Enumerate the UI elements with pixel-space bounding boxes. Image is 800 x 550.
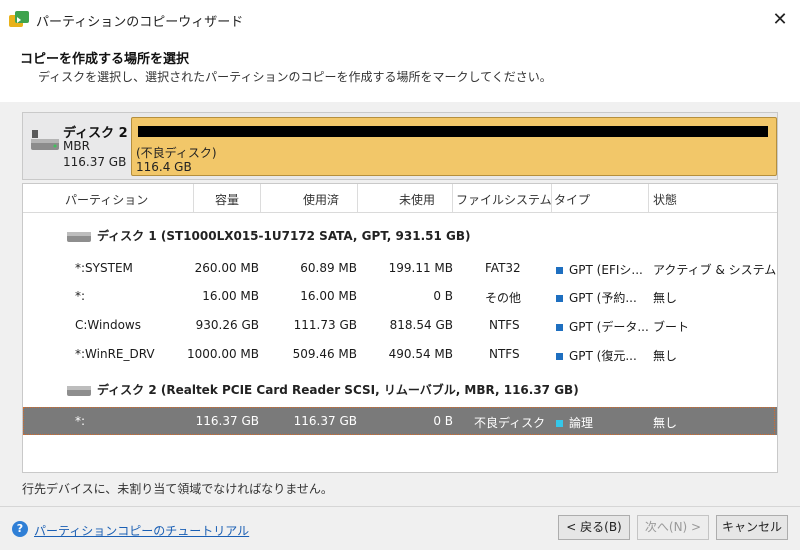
close-button[interactable]: ✕ (768, 8, 792, 32)
back-button[interactable]: < 戻る(B) (558, 515, 630, 540)
cell-status: 無し (653, 416, 678, 430)
cell-type: 論理 (556, 414, 593, 431)
cell-type: GPT (予約... (556, 289, 637, 306)
disk-group-header: ディスク 1 (ST1000LX015-1U7172 SATA, GPT, 93… (23, 220, 777, 250)
cell-unused: 0 B (433, 414, 453, 428)
partition-bar-usage (138, 126, 768, 137)
col-used[interactable]: 使用済 (303, 191, 339, 208)
cell-filesystem: その他 (485, 291, 522, 305)
help-icon[interactable]: ? (12, 521, 28, 537)
cell-used: 16.00 MB (300, 289, 357, 303)
col-filesystem[interactable]: ファイルシステム (456, 191, 552, 208)
cell-filesystem: NTFS (489, 318, 520, 332)
partition-table: パーティション 容量 使用済 未使用 ファイルシステム タイプ 状態 ディスク … (22, 183, 778, 473)
cell-filesystem: NTFS (489, 347, 520, 361)
partition-type-icon (556, 267, 563, 274)
partition-bar-size: 116.4 GB (136, 160, 192, 174)
table-row-selected[interactable]: *: 116.37 GB 116.37 GB 0 B 不良ディスク 論理 無し (23, 407, 777, 435)
page-title: コピーを作成する場所を選択 (20, 52, 190, 67)
cell-used: 116.37 GB (293, 414, 357, 428)
cell-unused: 199.11 MB (388, 261, 453, 275)
target-disk-size: 116.37 GB (63, 155, 127, 169)
cell-status: 無し (653, 349, 678, 363)
disk-group-header: ディスク 2 (Realtek PCIE Card Reader SCSI, リ… (23, 374, 777, 404)
cell-unused: 818.54 GB (389, 318, 453, 332)
table-row[interactable]: *:WinRE_DRV 1000.00 MB 509.46 MB 490.54 … (23, 340, 777, 368)
col-partition[interactable]: パーティション (65, 191, 148, 208)
disk-label: ディスク 2 (Realtek PCIE Card Reader SCSI, リ… (97, 383, 579, 397)
cell-used: 111.73 GB (293, 318, 357, 332)
disk-drive-icon (31, 130, 59, 150)
col-status[interactable]: 状態 (653, 191, 677, 208)
cell-type: GPT (データ... (556, 318, 649, 335)
partition-type-icon (556, 353, 563, 360)
app-icon (9, 11, 29, 27)
cell-status: アクティブ & システム (653, 263, 777, 277)
title-bar: パーティションのコピーウィザード ✕ (0, 0, 800, 40)
partition-type-icon (556, 420, 563, 427)
disk-icon (67, 232, 91, 242)
target-disk-card[interactable]: ディスク 2 MBR 116.37 GB (不良ディスク) 116.4 GB (22, 112, 778, 180)
partition-type-icon (556, 295, 563, 302)
table-row[interactable]: *:SYSTEM 260.00 MB 60.89 MB 199.11 MB FA… (23, 254, 777, 282)
cell-unused: 490.54 MB (388, 347, 453, 361)
tutorial-link[interactable]: パーティションコピーのチュートリアル (34, 522, 249, 539)
footer-divider (0, 506, 800, 507)
cell-status: ブート (653, 320, 690, 334)
cell-type: GPT (復元... (556, 347, 637, 364)
page-subtitle: ディスクを選択し、選択されたパーティションのコピーを作成する場所をマークしてくだ… (38, 70, 552, 84)
table-header: パーティション 容量 使用済 未使用 ファイルシステム タイプ 状態 (23, 184, 777, 213)
target-disk-partition-bar[interactable]: (不良ディスク) 116.4 GB (131, 117, 777, 176)
cell-filesystem: 不良ディスク (474, 416, 546, 430)
cell-used: 60.89 MB (300, 261, 357, 275)
cell-partition: *:WinRE_DRV (75, 347, 155, 361)
cell-used: 509.46 MB (292, 347, 357, 361)
target-disk-type: MBR (63, 139, 90, 153)
cell-unused: 0 B (433, 289, 453, 303)
table-row[interactable]: C:Windows 930.26 GB 111.73 GB 818.54 GB … (23, 311, 777, 339)
partition-type-icon (556, 324, 563, 331)
wizard-header: コピーを作成する場所を選択 ディスクを選択し、選択されたパーティションのコピーを… (0, 40, 800, 102)
partition-bar-label: (不良ディスク) (136, 146, 217, 160)
next-button[interactable]: 次へ(N) > (637, 515, 709, 540)
wizard-content: ディスク 2 MBR 116.37 GB (不良ディスク) 116.4 GB パ… (0, 102, 800, 550)
disk-icon (67, 386, 91, 396)
cell-partition: *:SYSTEM (75, 261, 133, 275)
status-message: 行先デバイスに、未割り当て領域でなければなりません。 (22, 482, 333, 496)
cell-type: GPT (EFIシ... (556, 261, 643, 278)
cell-status: 無し (653, 291, 678, 305)
cell-capacity: 116.37 GB (195, 414, 259, 428)
cell-partition: *: (75, 414, 86, 428)
cancel-button[interactable]: キャンセル (716, 515, 788, 540)
cell-filesystem: FAT32 (485, 261, 521, 275)
cell-partition: *: (75, 289, 86, 303)
cell-capacity: 930.26 GB (195, 318, 259, 332)
col-type[interactable]: タイプ (554, 191, 590, 208)
cell-partition: C:Windows (75, 318, 141, 332)
cell-capacity: 260.00 MB (194, 261, 259, 275)
table-row[interactable]: *: 16.00 MB 16.00 MB 0 B その他 GPT (予約... … (23, 282, 777, 310)
window-title: パーティションのコピーウィザード (36, 15, 244, 30)
col-capacity[interactable]: 容量 (215, 191, 239, 208)
cell-capacity: 16.00 MB (202, 289, 259, 303)
cell-capacity: 1000.00 MB (186, 347, 259, 361)
disk-label: ディスク 1 (ST1000LX015-1U7172 SATA, GPT, 93… (97, 229, 471, 243)
col-unused[interactable]: 未使用 (399, 191, 435, 208)
